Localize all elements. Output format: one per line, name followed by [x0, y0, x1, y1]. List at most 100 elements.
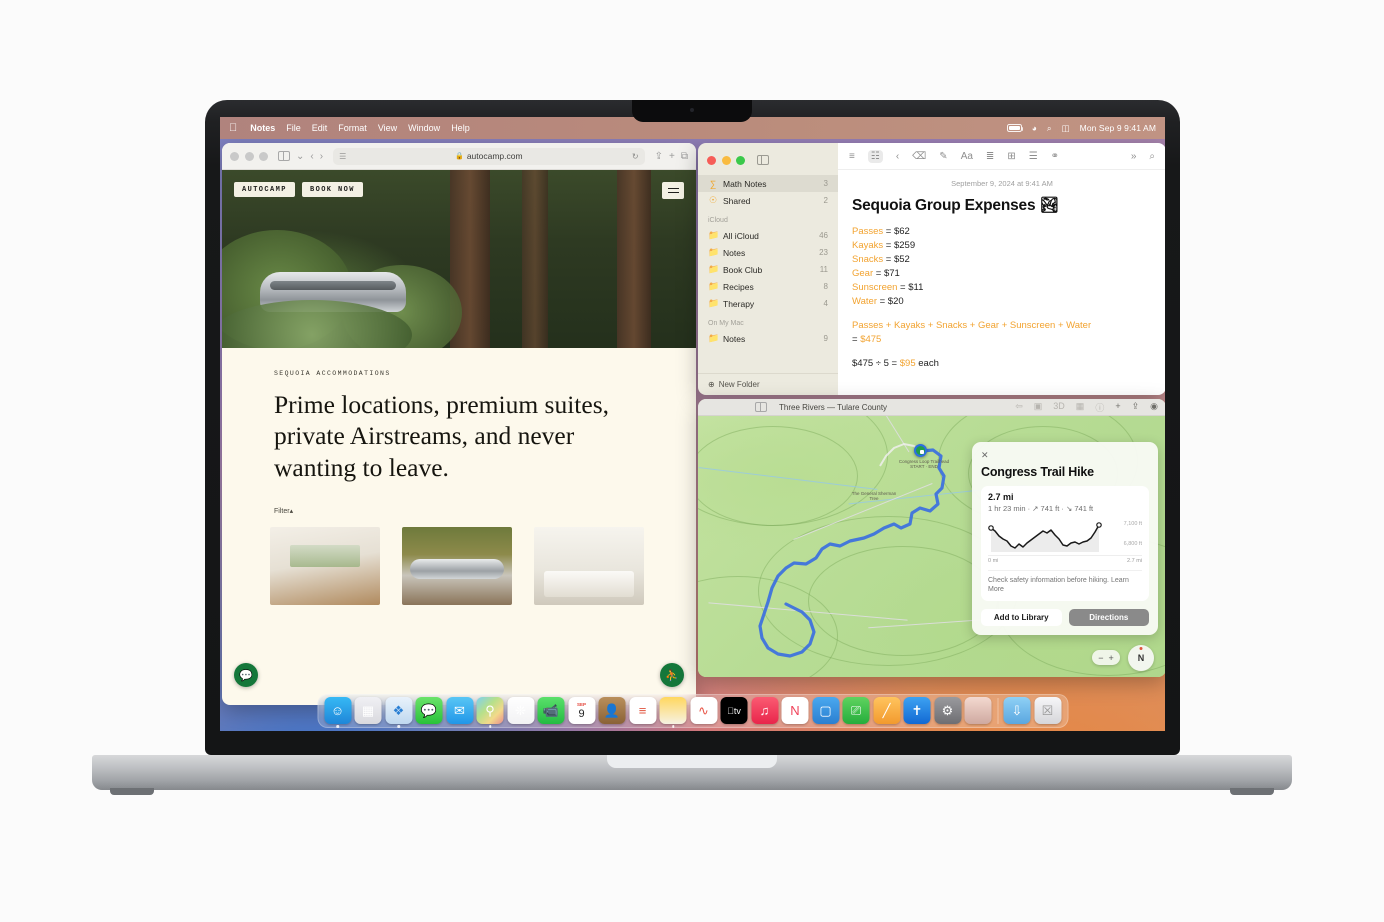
close-button[interactable] [707, 155, 716, 165]
minimize-button[interactable] [721, 155, 731, 165]
delete-icon[interactable]: ⌫ [912, 151, 926, 162]
menu-item-file[interactable]: File [286, 123, 301, 133]
back-icon[interactable]: ‹ [896, 151, 899, 162]
info-icon[interactable]: ⓘ [1095, 401, 1104, 414]
3d-icon[interactable]: 3D [1053, 401, 1065, 414]
zoom-in-button[interactable]: + [1109, 653, 1114, 663]
messages-icon[interactable]: 💬 [415, 697, 443, 724]
safari-traffic-lights[interactable] [230, 151, 268, 161]
settings-icon[interactable]: ⚙ [934, 697, 961, 724]
table-icon[interactable]: ⊞ [1007, 151, 1015, 162]
menu-item-help[interactable]: Help [451, 123, 470, 133]
list-view-icon[interactable]: ≡ [849, 151, 855, 162]
notes-icon[interactable] [659, 697, 687, 728]
checklist-icon[interactable]: ≣ [986, 151, 994, 162]
maximize-button[interactable] [736, 403, 745, 412]
sidebar-item-book-club[interactable]: 📁 Book Club 11 [698, 261, 838, 278]
keynote-icon[interactable]: ▢ [812, 697, 839, 724]
book-now-button[interactable]: BOOK NOW [302, 182, 363, 197]
photos-icon[interactable]: ❊ [507, 697, 534, 724]
notes-editor[interactable]: ≡ ☷ ‹ ⌫ ✎ Aa ≣ ⊞ ☰ ⚭ » ⌕ September 9, 20… [838, 143, 1165, 395]
appstore-icon[interactable]: ✝ [903, 697, 931, 724]
card-exterior-airstream[interactable] [402, 527, 512, 606]
reader-icon[interactable]: ☰ [339, 152, 346, 161]
account-icon[interactable]: ◉ [1150, 401, 1158, 414]
finder-icon[interactable]: ☺ [324, 697, 351, 728]
filter-control[interactable]: Filter▴ [274, 507, 644, 515]
search-icon[interactable]: ⌕ [1047, 123, 1052, 134]
launchpad-icon[interactable]: ▦ [354, 697, 382, 724]
sidebar-item-math-notes[interactable]: ∑ Math Notes 3 [698, 175, 838, 192]
media-icon[interactable]: ☰ [1029, 151, 1038, 162]
add-icon[interactable]: + [1115, 401, 1120, 414]
pages-icon[interactable]: ╱ [873, 697, 900, 724]
sidebar-item-notes-local[interactable]: 📁 Notes 9 [698, 330, 838, 347]
sidebar-icon[interactable] [756, 154, 769, 166]
sidebar-item-all-icloud[interactable]: 📁 All iCloud 46 [698, 227, 838, 244]
facetime-icon[interactable]: 📹 [537, 697, 565, 724]
site-logo[interactable]: AUTOCAMP [234, 182, 295, 197]
sidebar-icon[interactable] [278, 150, 290, 162]
calendar-icon[interactable]: SEP 9 [568, 697, 595, 724]
chat-button[interactable]: 💬 [234, 663, 258, 687]
map-canvas[interactable]: Congress Loop Trailhead START · END The G… [698, 416, 1165, 677]
more-icon[interactable]: » [1131, 151, 1137, 162]
mail-icon[interactable]: ✉ [446, 697, 473, 724]
compose-icon[interactable]: ✎ [939, 151, 947, 162]
close-button[interactable] [706, 403, 715, 412]
menu-item-edit[interactable]: Edit [312, 123, 328, 133]
zoom-out-button[interactable]: − [1098, 653, 1103, 663]
maps-window[interactable]: Three Rivers — Tulare County ⇦ ▣ 3D ▦ ⓘ … [698, 399, 1165, 677]
back-icon[interactable]: ‹ [310, 151, 313, 162]
compass-icon[interactable]: N [1128, 645, 1154, 671]
dock[interactable]: ☺ ▦ ❖ 💬 ✉ ⚲ ❊ 📹 SEP 9 👤 ≡ ∿ tv ♫ N ▢ ⎚ … [317, 694, 1068, 728]
new-tab-icon[interactable]: + [669, 151, 675, 162]
satellite-icon[interactable]: ▦ [1076, 401, 1085, 414]
apple-menu-icon[interactable]:  [229, 122, 237, 134]
maps-icon[interactable]: ⚲ [476, 697, 504, 728]
close-button[interactable] [230, 151, 239, 161]
share-icon[interactable]: ⇦ [1015, 401, 1023, 414]
menu-item-window[interactable]: Window [408, 123, 440, 133]
card-interior-kitchen[interactable] [270, 527, 380, 606]
menu-icon[interactable] [662, 182, 684, 199]
sidebar-item-notes[interactable]: 📁 Notes 23 [698, 244, 838, 261]
format-icon[interactable]: Aa [961, 151, 973, 162]
forward-icon[interactable]: › [320, 151, 323, 162]
directions-button[interactable]: Directions [1068, 608, 1149, 626]
menu-item-notes[interactable]: Notes [250, 123, 275, 133]
place-card[interactable]: ✕ Congress Trail Hike 2.7 mi 1 hr 23 min… [972, 442, 1158, 635]
sidebar-item-shared[interactable]: ☉ Shared 2 [698, 192, 838, 209]
gallery-view-icon[interactable]: ☷ [867, 149, 883, 163]
sidebar-icon[interactable] [755, 401, 767, 413]
sidebar-item-therapy[interactable]: 📁 Therapy 4 [698, 295, 838, 312]
share-icon[interactable]: ⇪ [655, 151, 663, 162]
iphonemirroring-icon[interactable] [964, 697, 992, 724]
address-bar[interactable]: ☰ 🔒 autocamp.com ↻ [333, 147, 645, 165]
sidebar-item-recipes[interactable]: 📁 Recipes 8 [698, 278, 838, 295]
appletv-icon[interactable]: tv [720, 697, 748, 724]
minimize-button[interactable] [721, 403, 730, 412]
notes-traffic-lights[interactable] [698, 149, 838, 175]
accessibility-button[interactable]: ⛹ [660, 663, 684, 687]
safety-note[interactable]: Check safety information before hiking. … [988, 570, 1142, 595]
search-icon[interactable]: ⌕ [1149, 151, 1155, 162]
chevron-down-icon[interactable]: ⌄ [296, 151, 304, 162]
news-icon[interactable]: N [781, 697, 809, 724]
control-center-icon[interactable]: ◫ [1062, 123, 1070, 134]
trailhead-pin-icon[interactable] [914, 444, 927, 457]
safari-window[interactable]: ⌄ ‹ › ☰ 🔒 autocamp.com ↻ ⇪ + ⧉ AUTOCAMP … [222, 143, 696, 705]
zoom-controls[interactable]: − + [1092, 650, 1120, 665]
export-icon[interactable]: ⇪ [1132, 401, 1140, 414]
card-bedroom[interactable] [534, 527, 644, 606]
close-icon[interactable]: ✕ [981, 450, 1149, 461]
menu-item-view[interactable]: View [378, 123, 397, 133]
reload-icon[interactable]: ↻ [632, 152, 639, 161]
battery-icon[interactable] [1006, 124, 1024, 132]
tab-overview-icon[interactable]: ⧉ [681, 151, 688, 162]
freeform-icon[interactable]: ∿ [690, 697, 717, 724]
maximize-button[interactable] [736, 155, 745, 165]
music-icon[interactable]: ♫ [751, 697, 778, 724]
link-icon[interactable]: ⚭ [1051, 151, 1059, 162]
numbers-icon[interactable]: ⎚ [842, 697, 870, 724]
